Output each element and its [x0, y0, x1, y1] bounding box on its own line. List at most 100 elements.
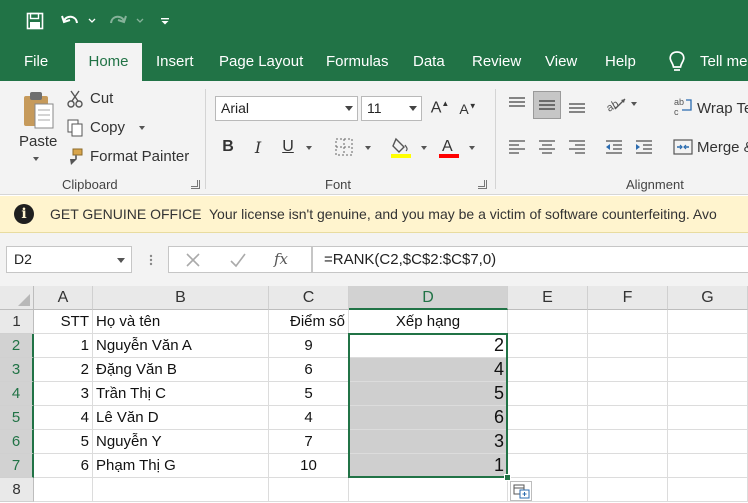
row-header-8[interactable]: 8 — [0, 478, 34, 502]
cell-b8[interactable] — [93, 478, 269, 502]
column-header-c[interactable]: C — [269, 286, 349, 310]
orientation-icon[interactable]: ab — [604, 93, 628, 115]
row-header-2[interactable]: 2 — [0, 334, 34, 358]
cell-a4[interactable]: 3 — [34, 382, 93, 406]
cell-b2[interactable]: Nguyễn Văn A — [93, 334, 269, 358]
cell-e4[interactable] — [508, 382, 588, 406]
fill-color-dropdown-icon[interactable] — [421, 146, 427, 150]
tab-help[interactable]: Help — [605, 42, 636, 81]
fill-handle[interactable] — [504, 474, 511, 481]
copy-button[interactable]: Copy — [90, 119, 125, 136]
wrap-text-icon[interactable]: ab c — [673, 95, 693, 117]
cell-a6[interactable]: 5 — [34, 430, 93, 454]
cell-g6[interactable] — [668, 430, 748, 454]
column-header-e[interactable]: E — [508, 286, 588, 310]
cell-b6[interactable]: Nguyễn Y — [93, 430, 269, 454]
font-size-dropdown[interactable]: 11 — [361, 96, 422, 121]
tab-review[interactable]: Review — [472, 42, 521, 81]
font-name-dropdown[interactable]: Arial — [215, 96, 358, 121]
column-header-a[interactable]: A — [34, 286, 93, 310]
column-header-d[interactable]: D — [349, 286, 508, 310]
cell-f8[interactable] — [588, 478, 668, 502]
row-header-5[interactable]: 5 — [0, 406, 34, 430]
select-all-button[interactable] — [0, 286, 34, 310]
cell-f4[interactable] — [588, 382, 668, 406]
cell-f2[interactable] — [588, 334, 668, 358]
increase-indent-icon[interactable] — [633, 136, 655, 158]
row-header-3[interactable]: 3 — [0, 358, 34, 382]
undo-icon[interactable] — [58, 9, 82, 33]
cell-d7[interactable]: 1 — [349, 454, 508, 478]
formula-input[interactable]: =RANK(C2,$C$2:$C$7,0) — [312, 246, 748, 273]
cell-e7[interactable] — [508, 454, 588, 478]
cell-e5[interactable] — [508, 406, 588, 430]
cut-button[interactable]: Cut — [90, 90, 113, 107]
font-color-icon[interactable]: A — [437, 134, 461, 160]
vertical-dots-icon[interactable] — [148, 254, 154, 266]
cell-d2[interactable]: 2 — [349, 334, 508, 358]
align-left-icon[interactable] — [506, 136, 528, 158]
cell-f6[interactable] — [588, 430, 668, 454]
cell-e3[interactable] — [508, 358, 588, 382]
cell-c6[interactable]: 7 — [269, 430, 349, 454]
tell-me-search[interactable]: Tell me — [700, 42, 748, 81]
row-header-1[interactable]: 1 — [0, 310, 34, 334]
copy-dropdown-icon[interactable] — [139, 126, 145, 130]
undo-dropdown-icon[interactable] — [86, 9, 98, 33]
cell-c5[interactable]: 4 — [269, 406, 349, 430]
enter-check-icon[interactable] — [228, 250, 248, 270]
name-box[interactable]: D2 — [6, 246, 132, 273]
cell-e1[interactable] — [508, 310, 588, 334]
underline-button[interactable]: U — [279, 138, 297, 156]
column-header-g[interactable]: G — [668, 286, 748, 310]
cell-a1[interactable]: STT — [34, 310, 93, 334]
row-header-4[interactable]: 4 — [0, 382, 34, 406]
cell-c2[interactable]: 9 — [269, 334, 349, 358]
cell-g3[interactable] — [668, 358, 748, 382]
cell-g7[interactable] — [668, 454, 748, 478]
orientation-dropdown-icon[interactable] — [631, 102, 637, 106]
format-painter-button[interactable]: Format Painter — [90, 148, 189, 165]
middle-align-icon[interactable] — [533, 91, 561, 119]
cell-f5[interactable] — [588, 406, 668, 430]
cell-f1[interactable] — [588, 310, 668, 334]
tab-file[interactable]: File — [24, 42, 48, 81]
cell-b4[interactable]: Trần Thị C — [93, 382, 269, 406]
increase-font-size-icon[interactable]: A▲ — [430, 99, 450, 117]
tab-home[interactable]: Home — [75, 43, 142, 81]
cell-b7[interactable]: Phạm Thị G — [93, 454, 269, 478]
cell-d1[interactable]: Xếp hạng — [349, 310, 508, 334]
row-header-7[interactable]: 7 — [0, 454, 34, 478]
redo-dropdown-icon[interactable] — [134, 9, 146, 33]
cell-a5[interactable]: 4 — [34, 406, 93, 430]
paste-dropdown-icon[interactable] — [33, 157, 39, 161]
tab-view[interactable]: View — [545, 42, 577, 81]
cell-a3[interactable]: 2 — [34, 358, 93, 382]
bottom-align-icon[interactable] — [566, 95, 588, 117]
redo-icon[interactable] — [106, 9, 130, 33]
cell-b3[interactable]: Đặng Văn B — [93, 358, 269, 382]
cell-c7[interactable]: 10 — [269, 454, 349, 478]
insert-function-icon[interactable]: fx — [272, 248, 294, 270]
cell-g2[interactable] — [668, 334, 748, 358]
merge-center-icon[interactable] — [673, 136, 693, 158]
column-header-b[interactable]: B — [93, 286, 269, 310]
cell-a8[interactable] — [34, 478, 93, 502]
cell-d5[interactable]: 6 — [349, 406, 508, 430]
customize-qat-icon[interactable] — [158, 9, 172, 33]
quick-analysis-button[interactable] — [510, 481, 532, 501]
cell-g4[interactable] — [668, 382, 748, 406]
tab-page-layout[interactable]: Page Layout — [219, 42, 303, 81]
save-icon[interactable] — [22, 9, 48, 33]
cell-d6[interactable]: 3 — [349, 430, 508, 454]
lightbulb-icon[interactable] — [667, 50, 687, 77]
borders-icon[interactable] — [333, 136, 355, 158]
fill-color-icon[interactable] — [389, 134, 413, 160]
cell-f3[interactable] — [588, 358, 668, 382]
cell-c3[interactable]: 6 — [269, 358, 349, 382]
paste-button[interactable]: Paste — [19, 133, 57, 150]
top-align-icon[interactable] — [506, 93, 528, 115]
tab-data[interactable]: Data — [413, 42, 445, 81]
wrap-text-button[interactable]: Wrap Te — [697, 100, 748, 117]
borders-dropdown-icon[interactable] — [365, 146, 371, 150]
